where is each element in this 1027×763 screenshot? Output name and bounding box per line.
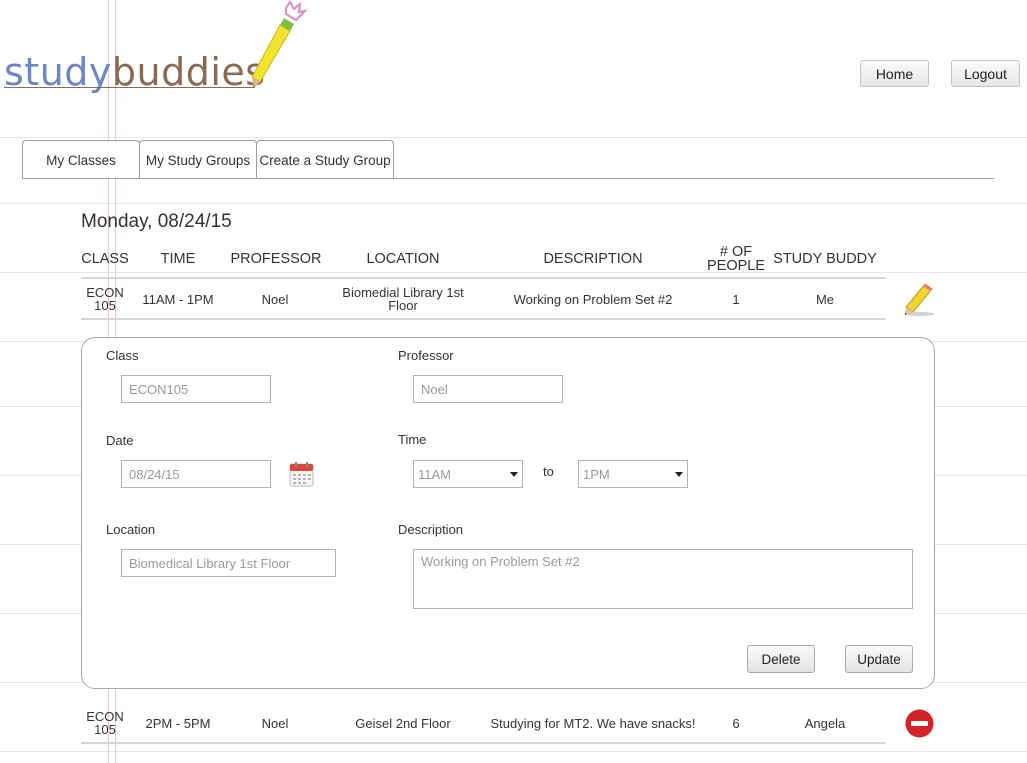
header-professor: PROFESSOR (230, 251, 322, 267)
calendar-icon[interactable] (289, 461, 314, 487)
tab-create-study-group[interactable]: Create a Study Group (256, 140, 394, 179)
label-location: Location (106, 522, 156, 537)
header-study-buddy: STUDY BUDDY (773, 251, 877, 267)
logo-underline (4, 87, 254, 88)
cell-professor: Noel (261, 716, 289, 731)
label-to: to (543, 464, 554, 479)
cell-location: Geisel 2nd Floor (355, 716, 451, 731)
cell-time: 11AM - 1PM (142, 292, 214, 307)
cell-location: Biomedial Library 1st Floor (342, 285, 464, 313)
date-field[interactable]: 08/24/15 (121, 460, 271, 488)
end-time-select[interactable]: 1PM (578, 460, 688, 488)
label-description: Description (398, 522, 464, 537)
chevron-down-icon (675, 471, 683, 477)
label-time: Time (398, 432, 427, 447)
header-time: TIME (160, 251, 196, 267)
header-description: DESCRIPTION (543, 251, 643, 267)
chevron-down-icon (510, 471, 518, 477)
header-class: CLASS (81, 251, 129, 267)
cell-study-buddy: Me (815, 292, 835, 307)
cell-time: 2PM - 5PM (145, 716, 211, 731)
cell-description: Working on Problem Set #2 (513, 292, 673, 307)
start-time-select[interactable]: 11AM (413, 460, 523, 488)
remove-icon[interactable] (905, 709, 934, 738)
cell-study-buddy: Angela (804, 716, 846, 731)
tab-my-classes[interactable]: My Classes (22, 140, 140, 179)
start-time-value: 11AM (418, 466, 451, 482)
edit-study-group-panel: Class ECON105 Professor Noel Date 08/24/… (81, 337, 935, 689)
header-rule (81, 277, 886, 279)
update-button[interactable]: Update (845, 645, 913, 673)
cell-professor: Noel (261, 292, 289, 307)
row-rule (81, 318, 886, 320)
label-class: Class (106, 348, 139, 363)
cell-people: 6 (732, 716, 740, 731)
cell-class: ECON 105 (86, 709, 124, 737)
tab-my-study-groups[interactable]: My Study Groups (139, 140, 257, 179)
logo-pencil-icon (251, 0, 308, 88)
cell-description: Studying for MT2. We have snacks! (490, 716, 696, 731)
end-time-value: 1PM (583, 466, 610, 482)
cell-class: ECON 105 (86, 285, 124, 313)
label-date: Date (106, 433, 134, 448)
delete-button[interactable]: Delete (747, 645, 815, 673)
date-heading: Monday, 08/24/15 (81, 211, 232, 232)
row-rule (81, 742, 886, 744)
description-textarea[interactable]: Working on Problem Set #2 (413, 549, 913, 609)
professor-field[interactable]: Noel (413, 375, 563, 403)
home-button[interactable]: Home (860, 60, 929, 87)
pencil-edit-icon[interactable] (903, 282, 935, 318)
cell-people: 1 (732, 292, 740, 307)
tab-divider (22, 178, 994, 179)
header-people: # OF PEOPLE (706, 244, 766, 274)
header-location: LOCATION (366, 251, 440, 267)
logout-button[interactable]: Logout (951, 60, 1020, 87)
label-professor: Professor (398, 348, 454, 363)
location-field[interactable]: Biomedical Library 1st Floor (121, 549, 336, 577)
class-field[interactable]: ECON105 (121, 375, 271, 403)
